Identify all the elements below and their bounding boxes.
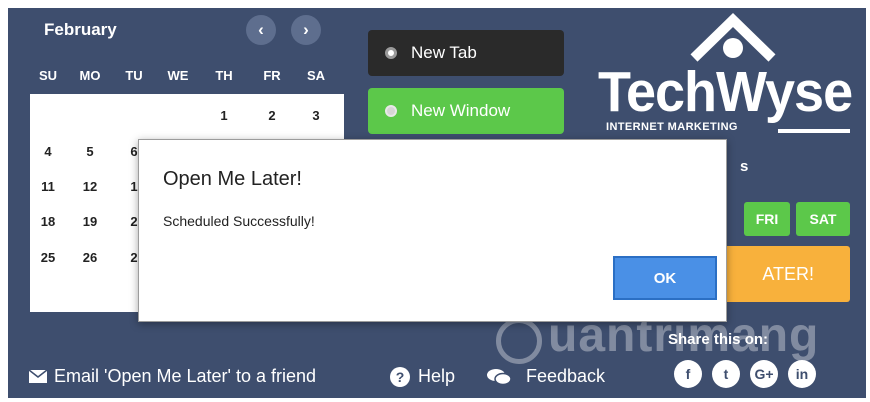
dayname-fr: FR: [263, 68, 281, 83]
feedback-label: Feedback: [526, 366, 606, 386]
logo-house-icon: [690, 13, 776, 62]
alert-dialog: Open Me Later! Scheduled Successfully! O…: [138, 139, 727, 322]
calendar-date[interactable]: 3: [298, 108, 334, 123]
chevron-left-icon: ‹: [258, 20, 264, 39]
dayname-su: SU: [38, 68, 58, 83]
twitter-icon[interactable]: t: [712, 360, 740, 388]
day-button-sat[interactable]: SAT: [796, 202, 850, 236]
ok-button[interactable]: OK: [613, 256, 717, 300]
feedback-icon: [487, 368, 512, 385]
next-month-button[interactable]: ›: [291, 15, 321, 45]
logo-subtitle: INTERNET MARKETING: [606, 121, 738, 133]
dayname-tu: TU: [125, 68, 143, 83]
chevron-right-icon: ›: [303, 20, 309, 39]
new-tab-option[interactable]: New Tab: [368, 30, 564, 76]
new-window-option[interactable]: New Window: [368, 88, 564, 134]
prev-month-button[interactable]: ‹: [246, 15, 276, 45]
calendar-date[interactable]: 19: [72, 214, 108, 229]
open-me-later-button[interactable]: ATER!: [720, 246, 850, 302]
radio-unselected-icon: [385, 105, 397, 117]
logo-wordmark: TechWyse: [598, 60, 853, 124]
logo-underline: [778, 129, 850, 133]
calendar-date[interactable]: 2: [254, 108, 290, 123]
help-label: Help: [418, 366, 456, 386]
calendar-date[interactable]: 25: [30, 250, 66, 265]
calendar-day-names: SU MO TU WE TH FR SA: [30, 60, 344, 94]
dayname-th: TH: [215, 68, 233, 83]
calendar-date[interactable]: 26: [72, 250, 108, 265]
new-window-label: New Window: [411, 101, 511, 120]
watermark-bulb-icon: [496, 318, 542, 364]
googleplus-icon[interactable]: G+: [750, 360, 778, 388]
dayname-mo: MO: [79, 68, 101, 83]
day-button-fri[interactable]: FRI: [744, 202, 790, 236]
email-friend-link[interactable]: Email 'Open Me Later' to a friend: [28, 366, 316, 387]
email-friend-label: Email 'Open Me Later' to a friend: [54, 366, 317, 386]
dialog-title: Open Me Later!: [163, 168, 302, 190]
help-link[interactable]: ? Help: [390, 366, 455, 387]
calendar-date[interactable]: 12: [72, 179, 108, 194]
dayname-sa: SA: [306, 68, 326, 83]
section-label-partial: s: [740, 158, 749, 175]
new-tab-label: New Tab: [411, 43, 477, 62]
calendar-date[interactable]: 18: [30, 214, 66, 229]
calendar-date[interactable]: 1: [206, 108, 242, 123]
envelope-icon: [28, 369, 48, 383]
dialog-message: Scheduled Successfully!: [163, 213, 315, 229]
linkedin-icon[interactable]: in: [788, 360, 816, 388]
calendar-date[interactable]: 4: [30, 144, 66, 159]
share-label: Share this on:: [668, 331, 769, 348]
dayname-we: WE: [167, 68, 189, 83]
calendar-header: February ‹ ›: [30, 8, 344, 60]
facebook-icon[interactable]: f: [674, 360, 702, 388]
calendar-date[interactable]: 11: [30, 179, 66, 194]
calendar-month: February: [44, 20, 117, 39]
feedback-link[interactable]: Feedback: [486, 366, 605, 387]
radio-selected-icon: [385, 47, 397, 59]
question-icon: ?: [390, 366, 410, 387]
calendar-date[interactable]: 5: [72, 144, 108, 159]
